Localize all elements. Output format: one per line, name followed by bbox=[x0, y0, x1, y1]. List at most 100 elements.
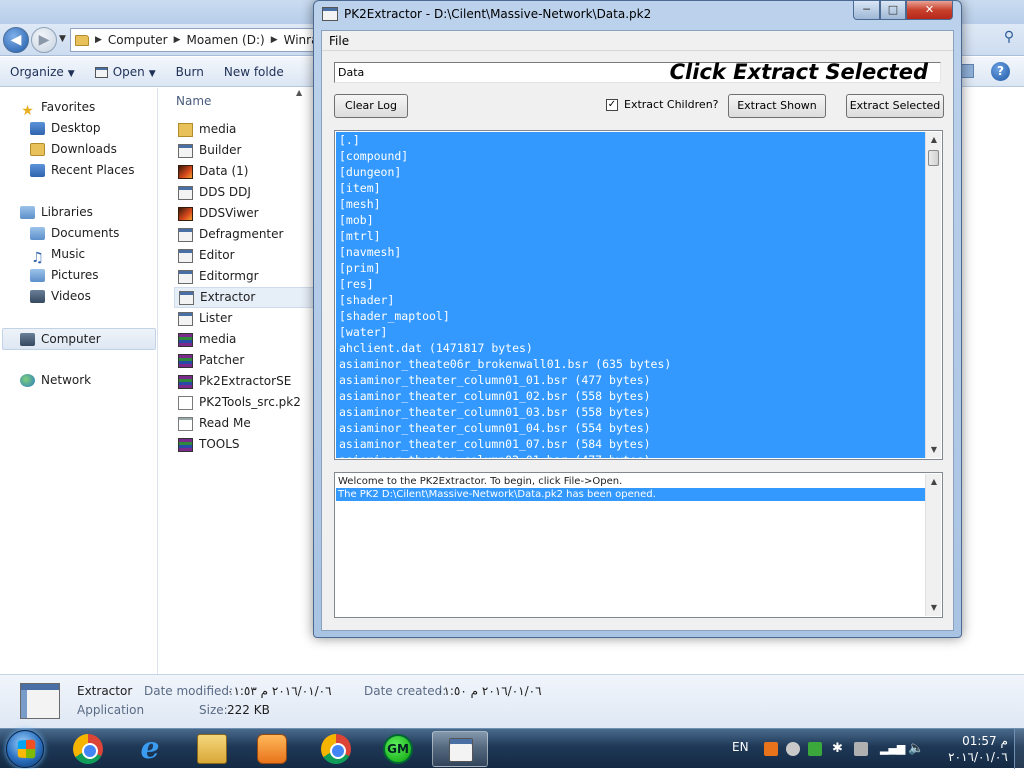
taskbar-gm-app[interactable]: GM bbox=[370, 731, 426, 767]
nav-documents[interactable]: Documents bbox=[30, 223, 119, 243]
nav-music[interactable]: ♫ Music bbox=[30, 244, 85, 266]
action-center-icon[interactable] bbox=[854, 742, 868, 756]
file-row[interactable]: Editormgr bbox=[174, 266, 320, 287]
pk2-entry[interactable]: [shader_maptool] bbox=[336, 308, 926, 324]
scroll-down-arrow-icon[interactable]: ▼ bbox=[926, 600, 942, 616]
tray-shield-icon[interactable] bbox=[808, 742, 822, 756]
nav-favorites[interactable]: ★ Favorites bbox=[20, 97, 95, 119]
pk2-entry[interactable]: asiaminor_theater_column01_07.bsr (584 b… bbox=[336, 436, 926, 452]
bluetooth-icon[interactable]: ✱ bbox=[832, 742, 846, 756]
pk2-entry[interactable]: [prim] bbox=[336, 260, 926, 276]
burn-button[interactable]: Burn bbox=[166, 65, 214, 79]
taskbar-windows-explorer[interactable] bbox=[184, 731, 240, 767]
pk2-entry-list[interactable]: [.] [compound] [dungeon] [item] [mesh] [mob][… bbox=[334, 130, 943, 460]
log-line[interactable]: The PK2 D:\Cilent\Massive-Network\Data.p… bbox=[336, 488, 926, 501]
open-button[interactable]: Open ▼ bbox=[85, 65, 166, 79]
log-scrollbar[interactable]: ▲ ▼ bbox=[925, 474, 941, 616]
taskbar-media-player[interactable] bbox=[244, 731, 300, 767]
tray-app-icon[interactable] bbox=[764, 742, 778, 756]
pk2-entry[interactable]: [compound] bbox=[336, 148, 926, 164]
pk2-entry[interactable]: [water] bbox=[336, 324, 926, 340]
log-line[interactable]: Welcome to the PK2Extractor. To begin, c… bbox=[336, 475, 926, 488]
pk2-entry[interactable]: asiaminor_theater_column02_01.bsr (477 b… bbox=[336, 452, 926, 458]
file-row[interactable]: Pk2ExtractorSE bbox=[174, 371, 320, 392]
pk2-entry[interactable]: [navmesh] bbox=[336, 244, 926, 260]
pk2-titlebar[interactable]: PK2Extractor - D:\Cilent\Massive-Network… bbox=[314, 1, 961, 29]
taskbar-chrome-2[interactable] bbox=[308, 731, 364, 767]
scroll-up-arrow-icon[interactable]: ▲ bbox=[926, 474, 942, 490]
help-icon[interactable]: ? bbox=[991, 62, 1010, 81]
scroll-down-arrow-icon[interactable]: ▼ bbox=[926, 442, 942, 458]
nav-recent-places[interactable]: Recent Places bbox=[30, 160, 134, 180]
clear-log-button[interactable]: Clear Log bbox=[334, 94, 408, 118]
file-row[interactable]: DDSViwer bbox=[174, 203, 320, 224]
nav-pictures[interactable]: Pictures bbox=[30, 265, 99, 285]
pk2-entry[interactable]: asiaminor_theater_column01_04.bsr (554 b… bbox=[336, 420, 926, 436]
file-row[interactable]: Editor bbox=[174, 245, 320, 266]
file-row[interactable]: DDS DDJ bbox=[174, 182, 320, 203]
current-path-field[interactable]: Data Click Extract Selected bbox=[334, 60, 941, 84]
file-row[interactable]: media bbox=[174, 329, 320, 350]
file-row[interactable]: TOOLS bbox=[174, 434, 320, 455]
pk2-entry[interactable]: asiaminor_theate06r_brokenwall01.bsr (63… bbox=[336, 356, 926, 372]
minimize-button[interactable]: ─ bbox=[853, 1, 880, 20]
menu-file[interactable]: File bbox=[329, 34, 349, 48]
language-indicator[interactable]: EN bbox=[732, 740, 749, 754]
volume-icon[interactable]: 🔈 bbox=[908, 742, 924, 756]
extract-selected-button[interactable]: Extract Selected bbox=[846, 94, 944, 118]
file-row[interactable]: media bbox=[174, 119, 320, 140]
maximize-button[interactable]: □ bbox=[880, 1, 906, 20]
taskbar-chrome-1[interactable] bbox=[60, 731, 116, 767]
taskbar-pk2extractor[interactable] bbox=[432, 731, 488, 767]
log-list[interactable]: Welcome to the PK2Extractor. To begin, c… bbox=[334, 472, 943, 618]
close-button[interactable]: ✕ bbox=[906, 1, 953, 20]
pk2-entry[interactable]: [.] bbox=[336, 132, 926, 148]
clock-time[interactable]: 01:57 م bbox=[950, 734, 1020, 748]
pk2-entry[interactable]: asiaminor_theater_column01_02.bsr (558 b… bbox=[336, 388, 926, 404]
file-row[interactable]: Lister bbox=[174, 308, 320, 329]
entry-list-scrollbar[interactable]: ▲ ▼ bbox=[925, 132, 941, 458]
extract-children-label[interactable]: Extract Children? bbox=[624, 98, 719, 111]
forward-button[interactable]: ▶ bbox=[31, 27, 57, 53]
recent-pages-chevron-icon[interactable]: ▼ bbox=[59, 34, 66, 44]
scroll-thumb[interactable] bbox=[928, 150, 939, 166]
pk2-entry[interactable]: ahclient.dat (1471817 bytes) bbox=[336, 340, 926, 356]
extract-shown-button[interactable]: Extract Shown bbox=[728, 94, 826, 118]
pk2-entry[interactable]: [dungeon] bbox=[336, 164, 926, 180]
clock-date[interactable]: ٢٠١٦/٠١/٠٦ bbox=[938, 750, 1018, 764]
nav-downloads[interactable]: Downloads bbox=[30, 139, 117, 159]
organize-button[interactable]: Organize ▼ bbox=[0, 65, 85, 79]
column-header-name[interactable]: Name bbox=[176, 94, 211, 108]
pk2-entry[interactable]: [mtrl] bbox=[336, 228, 926, 244]
show-desktop-button[interactable] bbox=[1014, 729, 1024, 769]
nav-videos[interactable]: Videos bbox=[30, 286, 91, 306]
change-view-icon[interactable] bbox=[960, 64, 974, 78]
nav-libraries[interactable]: Libraries bbox=[20, 202, 93, 222]
taskbar-internet-explorer[interactable]: e bbox=[122, 731, 178, 767]
nav-computer[interactable]: Computer bbox=[20, 329, 101, 349]
file-row[interactable]: Builder bbox=[174, 140, 320, 161]
breadcrumb-computer[interactable]: Computer bbox=[108, 33, 168, 47]
pk2-entry[interactable]: [shader] bbox=[336, 292, 926, 308]
pk2-entry[interactable]: [item] bbox=[336, 180, 926, 196]
file-row[interactable]: Read Me bbox=[174, 413, 320, 434]
pk2-entry[interactable]: asiaminor_theater_column01_03.bsr (558 b… bbox=[336, 404, 926, 420]
extract-children-checkbox[interactable]: ✓ bbox=[606, 99, 618, 111]
nav-network[interactable]: Network bbox=[20, 370, 91, 390]
network-signal-icon[interactable]: ▂▄▆ bbox=[880, 742, 905, 756]
start-button[interactable] bbox=[6, 730, 44, 768]
new-folder-button[interactable]: New folde bbox=[214, 65, 294, 79]
tray-cd-icon[interactable] bbox=[786, 742, 800, 756]
file-row[interactable]: Extractor bbox=[174, 287, 320, 308]
pk2-entry[interactable]: [res] bbox=[336, 276, 926, 292]
address-input[interactable]: ▶ Computer ▶ Moamen (D:) ▶ Winra bbox=[70, 28, 330, 52]
search-icon[interactable]: ⚲ bbox=[998, 29, 1020, 51]
scroll-up-arrow-icon[interactable]: ▲ bbox=[926, 132, 942, 148]
pk2-entry[interactable]: asiaminor_theater_column01_01.bsr (477 b… bbox=[336, 372, 926, 388]
file-row[interactable]: Defragmenter bbox=[174, 224, 320, 245]
nav-desktop[interactable]: Desktop bbox=[30, 118, 101, 138]
breadcrumb-drive[interactable]: Moamen (D:) bbox=[187, 33, 265, 47]
pk2-entry[interactable]: [mob] bbox=[336, 212, 926, 228]
file-row[interactable]: Data (1) bbox=[174, 161, 320, 182]
back-button[interactable]: ◀ bbox=[3, 27, 29, 53]
